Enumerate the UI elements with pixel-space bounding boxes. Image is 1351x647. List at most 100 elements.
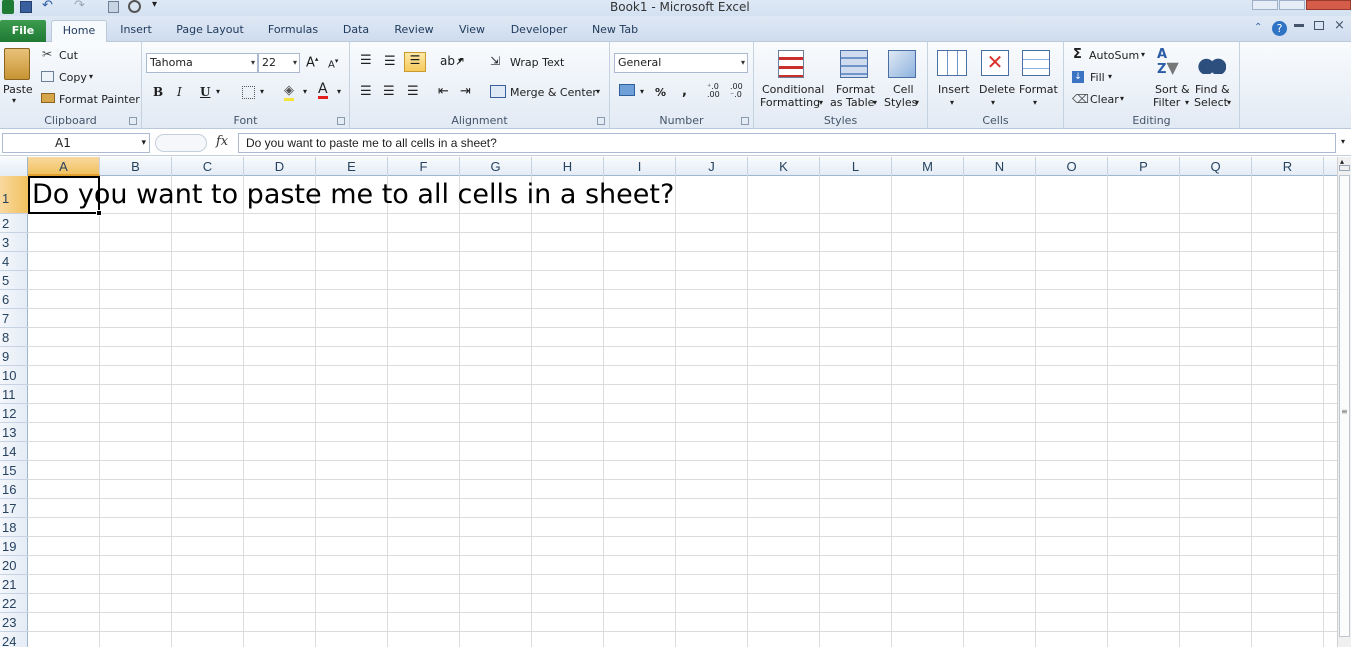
borders-icon[interactable]: [242, 86, 255, 99]
customize-qat-icon[interactable]: ▾: [152, 0, 157, 10]
fill-color-dropdown-icon[interactable]: ▾: [303, 87, 307, 96]
row-header-10[interactable]: 10: [0, 366, 28, 385]
tab-formulas[interactable]: Formulas: [262, 20, 324, 42]
format-as-table-label-2[interactable]: as Table: [830, 96, 874, 109]
formula-input[interactable]: Do you want to paste me to all cells in …: [238, 133, 1336, 153]
align-left-icon[interactable]: ☰: [360, 84, 372, 99]
borders-dropdown-icon[interactable]: ▾: [260, 87, 264, 96]
sort-filter-dropdown-icon[interactable]: ▾: [1185, 98, 1189, 107]
insert-function-icon[interactable]: fx: [216, 134, 228, 149]
tab-page-layout[interactable]: Page Layout: [170, 20, 250, 42]
row-header-12[interactable]: 12: [0, 404, 28, 423]
tab-view[interactable]: View: [452, 20, 492, 42]
copy-icon[interactable]: [41, 71, 54, 82]
column-header-o[interactable]: O: [1036, 157, 1108, 176]
delete-cells-icon[interactable]: ✕: [981, 50, 1009, 76]
align-middle-icon[interactable]: ☰: [384, 54, 396, 69]
column-header-f[interactable]: F: [388, 157, 460, 176]
row-header-20[interactable]: 20: [0, 556, 28, 575]
format-painter-button[interactable]: Format Painter: [59, 93, 140, 106]
grow-font-icon[interactable]: A▴: [306, 55, 318, 70]
clear-dropdown-icon[interactable]: ▾: [1120, 94, 1124, 103]
row-header-1[interactable]: 1: [0, 176, 28, 214]
column-header-l[interactable]: L: [820, 157, 892, 176]
cut-icon[interactable]: ✂: [42, 47, 52, 61]
chevron-down-icon[interactable]: ▾: [293, 54, 297, 72]
save-icon[interactable]: [20, 1, 32, 13]
cell-styles-icon[interactable]: [888, 50, 916, 78]
split-box[interactable]: [1339, 165, 1350, 171]
vertical-scrollbar[interactable]: ▴ ≡: [1337, 157, 1351, 647]
insert-cells-icon[interactable]: [937, 50, 967, 76]
format-painter-icon[interactable]: [41, 93, 55, 103]
sort-filter-label[interactable]: Sort &: [1155, 83, 1190, 96]
chevron-down-icon[interactable]: ▾: [741, 54, 745, 72]
column-header-h[interactable]: H: [532, 157, 604, 176]
restore-window-icon[interactable]: [1314, 21, 1324, 30]
binoculars-icon[interactable]: [1198, 50, 1226, 74]
row-header-18[interactable]: 18: [0, 518, 28, 537]
increase-decimal-icon[interactable]: ⁺.0.00: [707, 83, 720, 99]
column-header-a[interactable]: A: [28, 157, 100, 176]
find-select-dropdown-icon[interactable]: ▾: [1227, 98, 1231, 107]
quick-print-icon[interactable]: [108, 1, 119, 13]
alignment-dialog-launcher[interactable]: [597, 117, 605, 125]
column-header-m[interactable]: M: [892, 157, 964, 176]
expand-formula-bar-icon[interactable]: ▾: [1341, 137, 1345, 146]
delete-dropdown-icon[interactable]: ▾: [991, 98, 995, 107]
row-header-11[interactable]: 11: [0, 385, 28, 404]
find-select-label[interactable]: Find &: [1195, 83, 1230, 96]
align-right-icon[interactable]: ☰: [407, 84, 419, 99]
clear-button[interactable]: Clear: [1090, 93, 1119, 106]
column-header-d[interactable]: D: [244, 157, 316, 176]
scroll-thumb[interactable]: [1339, 175, 1350, 637]
row-header-7[interactable]: 7: [0, 309, 28, 328]
autosum-dropdown-icon[interactable]: ▾: [1141, 50, 1145, 59]
format-dropdown-icon[interactable]: ▾: [1033, 98, 1037, 107]
merge-center-icon[interactable]: [490, 85, 506, 98]
font-color-icon[interactable]: A: [318, 82, 328, 99]
accounting-format-icon[interactable]: [619, 84, 635, 96]
row-header-19[interactable]: 19: [0, 537, 28, 556]
bold-button[interactable]: B: [153, 85, 163, 99]
row-header-3[interactable]: 3: [0, 233, 28, 252]
delete-cells-button[interactable]: Delete: [979, 83, 1015, 96]
format-as-table-label[interactable]: Format: [836, 83, 875, 96]
merge-center-button[interactable]: Merge & Center: [510, 86, 597, 99]
align-top-icon[interactable]: ☰: [360, 53, 372, 68]
fill-icon[interactable]: ↓: [1072, 71, 1084, 83]
fill-handle[interactable]: [96, 210, 102, 216]
copy-dropdown-icon[interactable]: ▾: [89, 72, 93, 81]
row-header-5[interactable]: 5: [0, 271, 28, 290]
print-preview-icon[interactable]: [128, 0, 141, 13]
conditional-formatting-label-2[interactable]: Formatting: [760, 96, 820, 109]
row-header-15[interactable]: 15: [0, 461, 28, 480]
underline-button[interactable]: U: [200, 85, 210, 99]
column-header-q[interactable]: Q: [1180, 157, 1252, 176]
undo-icon[interactable]: ↶: [42, 0, 53, 13]
column-header-j[interactable]: J: [676, 157, 748, 176]
clear-icon[interactable]: ⌫: [1072, 92, 1089, 106]
tab-new-tab[interactable]: New Tab: [584, 20, 646, 42]
decrease-decimal-icon[interactable]: .00 ⁻.0: [730, 83, 743, 99]
fill-button[interactable]: Fill: [1090, 71, 1105, 84]
row-header-4[interactable]: 4: [0, 252, 28, 271]
row-header-8[interactable]: 8: [0, 328, 28, 347]
worksheet-grid[interactable]: ABCDEFGHIJKLMNOPQR 1 2 3 4 5 6 7 8 9 10 11 12 13 14 15…: [0, 157, 1337, 647]
format-cells-icon[interactable]: [1022, 50, 1050, 76]
comma-style-button[interactable]: ,: [682, 84, 687, 99]
fill-dropdown-icon[interactable]: ▾: [1108, 72, 1112, 81]
row-header-24[interactable]: 24: [0, 632, 28, 647]
autosum-button[interactable]: AutoSum: [1089, 49, 1139, 62]
cut-button[interactable]: Cut: [59, 49, 78, 62]
percent-style-button[interactable]: %: [655, 86, 666, 99]
maximize-button[interactable]: [1279, 0, 1305, 10]
formula-bar-resize-handle[interactable]: [155, 134, 207, 152]
column-header-e[interactable]: E: [316, 157, 388, 176]
number-format-combo[interactable]: General ▾: [614, 53, 748, 73]
row-header-23[interactable]: 23: [0, 613, 28, 632]
close-workbook-icon[interactable]: ×: [1334, 18, 1345, 33]
copy-button[interactable]: Copy: [59, 71, 87, 84]
format-cells-button[interactable]: Format: [1019, 83, 1058, 96]
tab-insert[interactable]: Insert: [112, 20, 160, 42]
